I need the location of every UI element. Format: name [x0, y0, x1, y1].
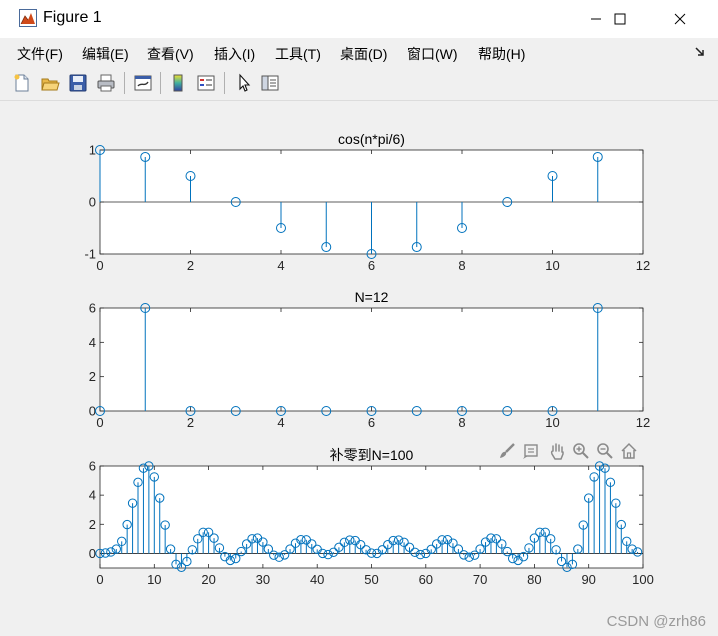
zoom-in-icon: [573, 443, 589, 459]
pan-button[interactable]: [546, 440, 568, 462]
y-tick-label: -1: [84, 247, 96, 262]
x-tick-label: 4: [277, 415, 284, 430]
x-tick-label: 0: [96, 572, 103, 587]
pan-icon: [550, 443, 564, 460]
x-tick-label: 80: [527, 572, 541, 587]
x-tick-label: 2: [187, 415, 194, 430]
y-tick-label: 1: [89, 143, 96, 158]
y-tick-label: 4: [89, 488, 96, 503]
subplot-title: cos(n*pi/6): [338, 131, 405, 147]
x-tick-label: 0: [96, 415, 103, 430]
y-tick-label: 0: [89, 546, 96, 561]
x-tick-label: 2: [187, 258, 194, 273]
subplot-2: 0 2 4 6 8 10 12 0 2 4 6 N=12: [89, 289, 650, 430]
y-tick-label: 6: [89, 301, 96, 316]
y-tick-label: 0: [89, 195, 96, 210]
x-tick-label: 8: [458, 415, 465, 430]
x-tick-label: 4: [277, 258, 284, 273]
zoom-out-icon: [597, 443, 613, 459]
x-tick-label: 6: [368, 415, 375, 430]
watermark: CSDN @zrh86: [606, 613, 706, 630]
subplot-title: 补零到N=100: [330, 447, 414, 463]
zoom-in-button[interactable]: [570, 440, 592, 462]
x-tick-label: 30: [256, 572, 270, 587]
x-tick-label: 10: [545, 258, 559, 273]
subplot-title: N=12: [355, 289, 389, 305]
x-tick-label: 20: [201, 572, 215, 587]
y-tick-label: 6: [89, 459, 96, 474]
x-tick-label: 60: [419, 572, 433, 587]
x-tick-label: 90: [581, 572, 595, 587]
y-tick-label: 4: [89, 335, 96, 350]
axes-box: [99, 465, 644, 569]
data-tips-button[interactable]: [520, 440, 542, 462]
x-tick-label: 40: [310, 572, 324, 587]
x-tick-label: 12: [636, 258, 650, 273]
x-tick-label: 0: [96, 258, 103, 273]
figure-window: Figure 1 文件(F) 编辑(E) 查看(V) 插入(I) 工具(T) 桌…: [0, 0, 718, 636]
x-tick-label: 8: [458, 258, 465, 273]
data-tips-icon: [523, 444, 538, 459]
x-tick-label: 70: [473, 572, 487, 587]
y-tick-label: 0: [89, 404, 96, 419]
subplot-3: 0 10 20 30 40 50 60 70 80 90 100 0 2 4 6 补零到N=100: [89, 447, 654, 587]
x-tick-label: 6: [368, 258, 375, 273]
subplot-1: 0 2 4 6 8 10 12-101cos(n*pi/6): [84, 131, 650, 273]
brush-button[interactable]: [496, 440, 518, 462]
y-tick-label: 2: [89, 369, 96, 384]
x-tick-label: 12: [636, 415, 650, 430]
brush-icon: [500, 443, 515, 458]
x-tick-label: 100: [632, 572, 654, 587]
home-icon: [621, 442, 637, 459]
x-tick-label: 50: [364, 572, 378, 587]
plots-svg: 0 2 4 6 8 10 12-101cos(n*pi/6)0 2 4 6 8 10 120246N=1…: [84, 131, 654, 587]
x-tick-label: 10: [147, 572, 161, 587]
y-tick-label: 2: [89, 517, 96, 532]
x-tick-label: 10: [545, 415, 559, 430]
home-button[interactable]: [618, 440, 640, 462]
zoom-out-button[interactable]: [594, 440, 616, 462]
axes-box: [99, 307, 644, 412]
